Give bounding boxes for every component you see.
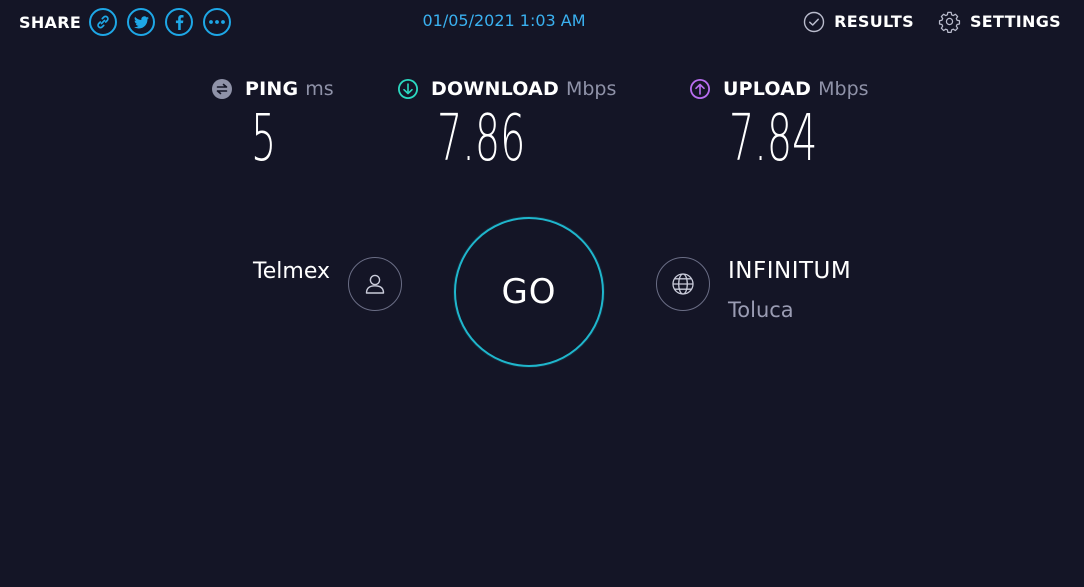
ping-label: PING xyxy=(245,78,299,100)
go-button[interactable]: GO xyxy=(454,217,604,367)
go-label: GO xyxy=(501,272,557,312)
ping-metric: PING ms 5 xyxy=(211,76,334,172)
results-label: RESULTS xyxy=(834,12,914,31)
download-metric: DOWNLOAD Mbps 7.86 xyxy=(397,76,617,172)
download-icon xyxy=(397,78,419,100)
gear-icon xyxy=(938,11,961,33)
server-globe-button[interactable] xyxy=(656,257,710,311)
upload-label: UPLOAD xyxy=(723,78,812,100)
user-icon xyxy=(365,274,385,294)
server-location: Toluca xyxy=(728,298,794,322)
globe-icon xyxy=(672,273,694,295)
download-label: DOWNLOAD xyxy=(431,78,559,100)
isp-avatar[interactable] xyxy=(348,257,402,311)
upload-value: 7.84 xyxy=(729,102,818,176)
settings-link[interactable]: SETTINGS xyxy=(938,10,1061,33)
speedtest-page: SHARE 01/05/2021 1:03 AM RESULTS SETTING… xyxy=(0,0,1084,587)
upload-metric: UPLOAD Mbps 7.84 xyxy=(689,76,869,172)
results-check-icon xyxy=(803,11,825,32)
ping-value: 5 xyxy=(251,102,277,176)
upload-unit: Mbps xyxy=(818,78,869,100)
download-unit: Mbps xyxy=(565,78,617,100)
results-link[interactable]: RESULTS xyxy=(803,11,914,33)
settings-label: SETTINGS xyxy=(969,12,1061,31)
ping-icon xyxy=(211,78,233,100)
server-name[interactable]: INFINITUM xyxy=(728,258,851,284)
upload-icon xyxy=(689,78,711,100)
download-value: 7.86 xyxy=(437,102,526,176)
isp-name: Telmex xyxy=(253,259,330,284)
top-nav: RESULTS SETTINGS xyxy=(803,10,1061,33)
ping-unit: ms xyxy=(305,78,334,100)
